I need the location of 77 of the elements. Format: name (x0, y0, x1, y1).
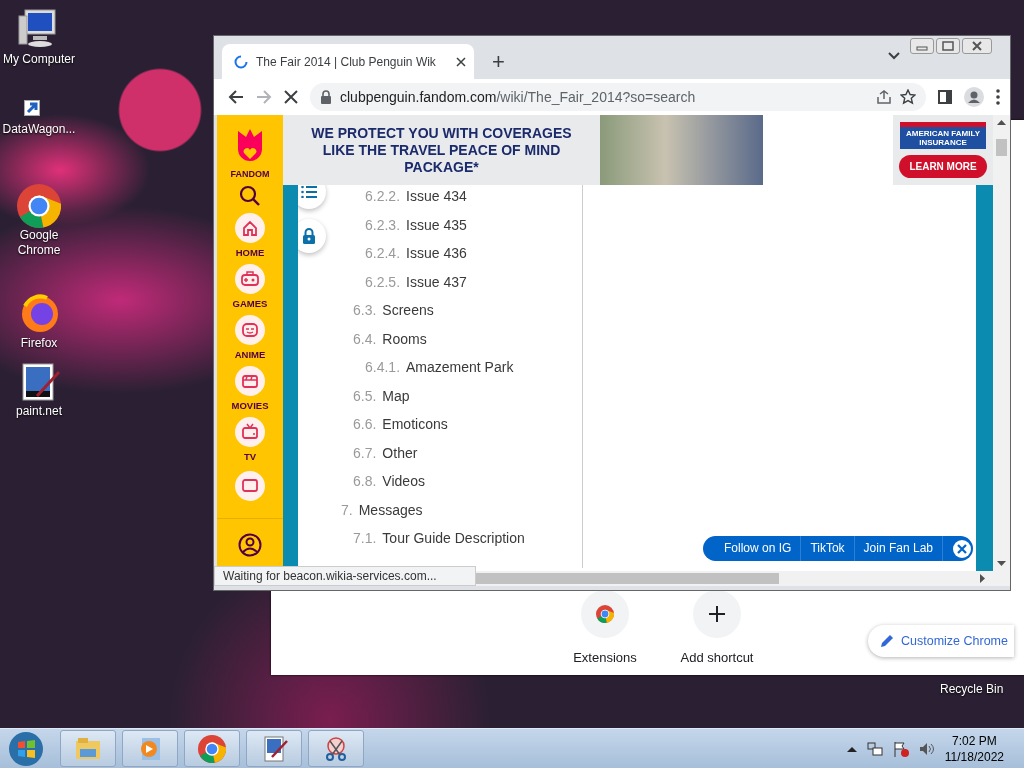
user-account-icon[interactable] (238, 533, 262, 557)
lock-icon (320, 90, 332, 104)
toc-link[interactable]: 7. Messages (335, 495, 582, 524)
learn-more-button[interactable]: LEARN MORE (899, 155, 987, 178)
close-icon[interactable] (953, 539, 971, 558)
chevron-down-icon[interactable] (888, 52, 900, 60)
toc-link[interactable]: 6.6. Emoticons (335, 410, 582, 439)
social-link[interactable]: Follow on IG (715, 536, 802, 561)
toc-link[interactable]: 6.4.1. Amazement Park (335, 353, 582, 382)
toc-link[interactable]: 6.5. Map (335, 381, 582, 410)
scroll-right-icon[interactable] (980, 574, 986, 583)
insurance-logo: AMERICAN FAMILY INSURANCE (900, 122, 986, 149)
toc-link[interactable]: 7.1. Tour Guide Description (335, 524, 582, 553)
advertisement-banner[interactable]: WE PROTECT YOU WITH COVERAGES LIKE THE TRAVEL PEACE OF MIND PACKAGE* AMERICAN FAMILY INSURANCE LEARN MORE (283, 115, 993, 185)
more-menu-icon[interactable] (996, 89, 1000, 105)
star-icon[interactable] (900, 89, 916, 105)
lock-button[interactable] (298, 219, 326, 253)
back-arrow-icon[interactable] (228, 89, 244, 105)
maximize-icon[interactable] (936, 38, 960, 54)
plus-icon (708, 605, 726, 623)
fandom-wordmark: FANDOM (230, 169, 270, 179)
windows-logo-icon (8, 730, 44, 767)
pencil-icon (880, 634, 894, 648)
profile-avatar-icon[interactable] (964, 87, 984, 107)
home-icon (241, 219, 259, 237)
desktop-icon[interactable]: Google Chrome (0, 184, 78, 284)
shortcut-tile[interactable]: Extensions (550, 590, 660, 665)
stop-loading-icon[interactable] (284, 90, 298, 104)
customize-chrome-button[interactable]: Customize Chrome (868, 625, 1014, 657)
desktop-icon[interactable]: Firefox (0, 292, 78, 352)
toc-link[interactable]: 6.2.5. Issue 437 (335, 267, 582, 296)
close-icon[interactable] (962, 38, 992, 54)
toc-link[interactable]: 6.4. Rooms (335, 324, 582, 353)
list-icon (301, 186, 317, 198)
taskbar-app-button[interactable] (184, 730, 240, 767)
show-hidden-icons-icon[interactable] (846, 745, 857, 752)
desktop-icon[interactable]: paint.net (0, 360, 78, 450)
shortcut-arrow-icon (24, 100, 40, 116)
clock[interactable]: 7:02 PM 11/18/2022 (944, 732, 1010, 765)
side-panel-icon[interactable] (938, 90, 952, 104)
loading-spinner-icon (234, 54, 248, 69)
close-icon[interactable] (456, 56, 466, 67)
browser-tab[interactable]: The Fair 2014 | Club Penguin Wik (222, 44, 474, 79)
loading-status-tooltip: Waiting for beacon.wikia-services.com... (214, 566, 476, 586)
chrome-logo-icon (596, 605, 614, 623)
toc-link[interactable]: 6.3. Screens (335, 296, 582, 325)
network-icon[interactable] (866, 740, 883, 757)
toc-link[interactable]: 6.2.4. Issue 436 (335, 239, 582, 268)
desktop-icon[interactable]: DataWagon... (0, 78, 78, 176)
chrome-logo-icon (198, 734, 226, 763)
desktop-icon-label[interactable]: Recycle Bin (940, 682, 1004, 696)
gamepad-icon (241, 270, 259, 288)
vertical-scrollbar[interactable] (993, 115, 1010, 571)
new-tab-button[interactable]: + (488, 49, 509, 75)
search-icon[interactable] (239, 185, 261, 207)
toc-link[interactable]: 6.2.2. Issue 434 (335, 185, 582, 211)
social-link[interactable]: TikTok (801, 536, 855, 561)
ad-headline: WE PROTECT YOU WITH COVERAGES LIKE THE TRAVEL PEACE OF MIND PACKAGE* (283, 115, 600, 185)
toc-link[interactable]: 6.8. Videos (335, 467, 582, 496)
scroll-up-icon[interactable] (997, 119, 1006, 125)
scrollbar-thumb[interactable] (996, 139, 1007, 156)
address-bar[interactable]: clubpenguin.fandom.com/wiki/The_Fair_2014?so=search (310, 83, 926, 111)
smiley-face-icon (241, 321, 259, 339)
toc-link[interactable]: 6.7. Other (335, 438, 582, 467)
lock-icon (302, 228, 316, 244)
social-link[interactable]: Join Fan Lab (854, 536, 943, 561)
desktop-icon[interactable]: My Computer (0, 8, 78, 70)
shortcut-tile[interactable]: Add shortcut (662, 590, 772, 665)
taskbar-app-button[interactable] (246, 730, 302, 767)
clapperboard-icon (241, 372, 259, 390)
scroll-down-icon[interactable] (997, 561, 1006, 567)
tv-icon (241, 423, 259, 441)
flag-alert-icon[interactable] (892, 740, 909, 757)
chrome-logo-icon (17, 184, 61, 228)
share-icon[interactable] (876, 89, 892, 105)
toc-link[interactable]: 6.2.3. Issue 435 (335, 210, 582, 239)
taskbar-app-button[interactable] (308, 730, 364, 767)
